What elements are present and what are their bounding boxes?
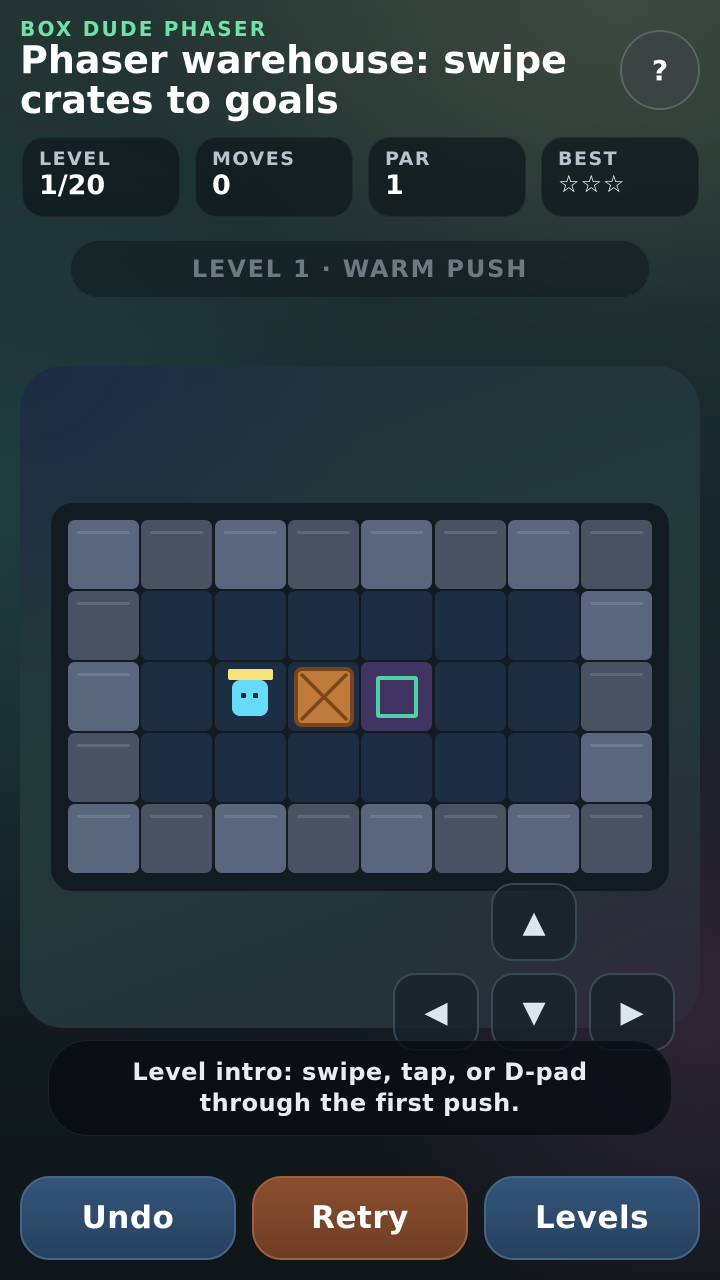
crate-icon[interactable] bbox=[293, 667, 354, 727]
wall-tile bbox=[434, 804, 506, 873]
wall-tile bbox=[581, 733, 653, 802]
floor-tile bbox=[287, 591, 359, 660]
wall-tile bbox=[68, 733, 139, 802]
floor-tile bbox=[214, 662, 286, 731]
wall-tile bbox=[214, 804, 286, 873]
levels-button[interactable]: Levels bbox=[484, 1176, 700, 1260]
wall-tile bbox=[581, 591, 653, 660]
stat-best-stars: ☆☆☆ bbox=[558, 170, 626, 198]
stat-moves-value: 0 bbox=[212, 170, 231, 201]
undo-button[interactable]: Undo bbox=[20, 1176, 236, 1260]
wall-tile bbox=[68, 591, 139, 660]
wall-tile bbox=[214, 520, 286, 589]
floor-tile bbox=[287, 662, 359, 731]
retry-button[interactable]: Retry bbox=[252, 1176, 468, 1260]
stat-level-label: LEVEL bbox=[39, 148, 112, 170]
level-tip: Level intro: swipe, tap, or D-pad throug… bbox=[48, 1040, 672, 1136]
player-icon[interactable] bbox=[231, 680, 268, 716]
stat-level-value: 1/20 bbox=[39, 170, 106, 201]
stat-best: BEST ☆☆☆ bbox=[541, 137, 699, 217]
wall-tile bbox=[361, 804, 433, 873]
wall-tile bbox=[141, 804, 213, 873]
stat-par: PAR 1 bbox=[368, 137, 526, 217]
floor-tile bbox=[361, 591, 433, 660]
stat-par-label: PAR bbox=[385, 148, 432, 170]
floor-tile bbox=[214, 591, 286, 660]
wall-tile bbox=[141, 520, 213, 589]
wall-tile bbox=[581, 804, 653, 873]
floor-tile bbox=[434, 662, 506, 731]
floor-tile bbox=[141, 733, 213, 802]
stat-level: LEVEL 1/20 bbox=[22, 137, 180, 217]
wall-tile bbox=[581, 520, 653, 589]
player-hat-icon bbox=[227, 669, 273, 680]
wall-tile bbox=[581, 662, 653, 731]
stat-moves-label: MOVES bbox=[212, 148, 296, 170]
floor-tile bbox=[434, 591, 506, 660]
floor-tile bbox=[507, 662, 579, 731]
wall-tile bbox=[287, 520, 359, 589]
floor-tile bbox=[361, 733, 433, 802]
wall-tile bbox=[68, 520, 139, 589]
wall-tile bbox=[507, 804, 579, 873]
floor-tile bbox=[141, 591, 213, 660]
floor-tile bbox=[507, 733, 579, 802]
floor-tile bbox=[287, 733, 359, 802]
floor-tile bbox=[434, 733, 506, 802]
level-banner: LEVEL 1 · WARM PUSH bbox=[70, 240, 650, 298]
stat-par-value: 1 bbox=[385, 170, 404, 201]
wall-tile bbox=[434, 520, 506, 589]
goal-tile bbox=[361, 662, 433, 731]
player-eye-icon bbox=[240, 693, 246, 698]
floor-tile bbox=[507, 591, 579, 660]
floor-tile bbox=[141, 662, 213, 731]
game-board[interactable] bbox=[51, 503, 669, 891]
floor-tile bbox=[214, 733, 286, 802]
wall-tile bbox=[287, 804, 359, 873]
player-eye-icon bbox=[252, 693, 258, 698]
stat-moves: MOVES 0 bbox=[195, 137, 353, 217]
dpad-up-button[interactable]: ▲ bbox=[491, 883, 577, 961]
page-title: Phaser warehouse: swipe crates to goals bbox=[20, 38, 567, 122]
wall-tile bbox=[68, 804, 139, 873]
wall-tile bbox=[507, 520, 579, 589]
goal-marker-icon bbox=[376, 676, 419, 718]
wall-tile bbox=[361, 520, 433, 589]
stat-best-label: BEST bbox=[558, 148, 619, 170]
wall-tile bbox=[68, 662, 139, 731]
help-button[interactable]: ? bbox=[620, 30, 700, 110]
